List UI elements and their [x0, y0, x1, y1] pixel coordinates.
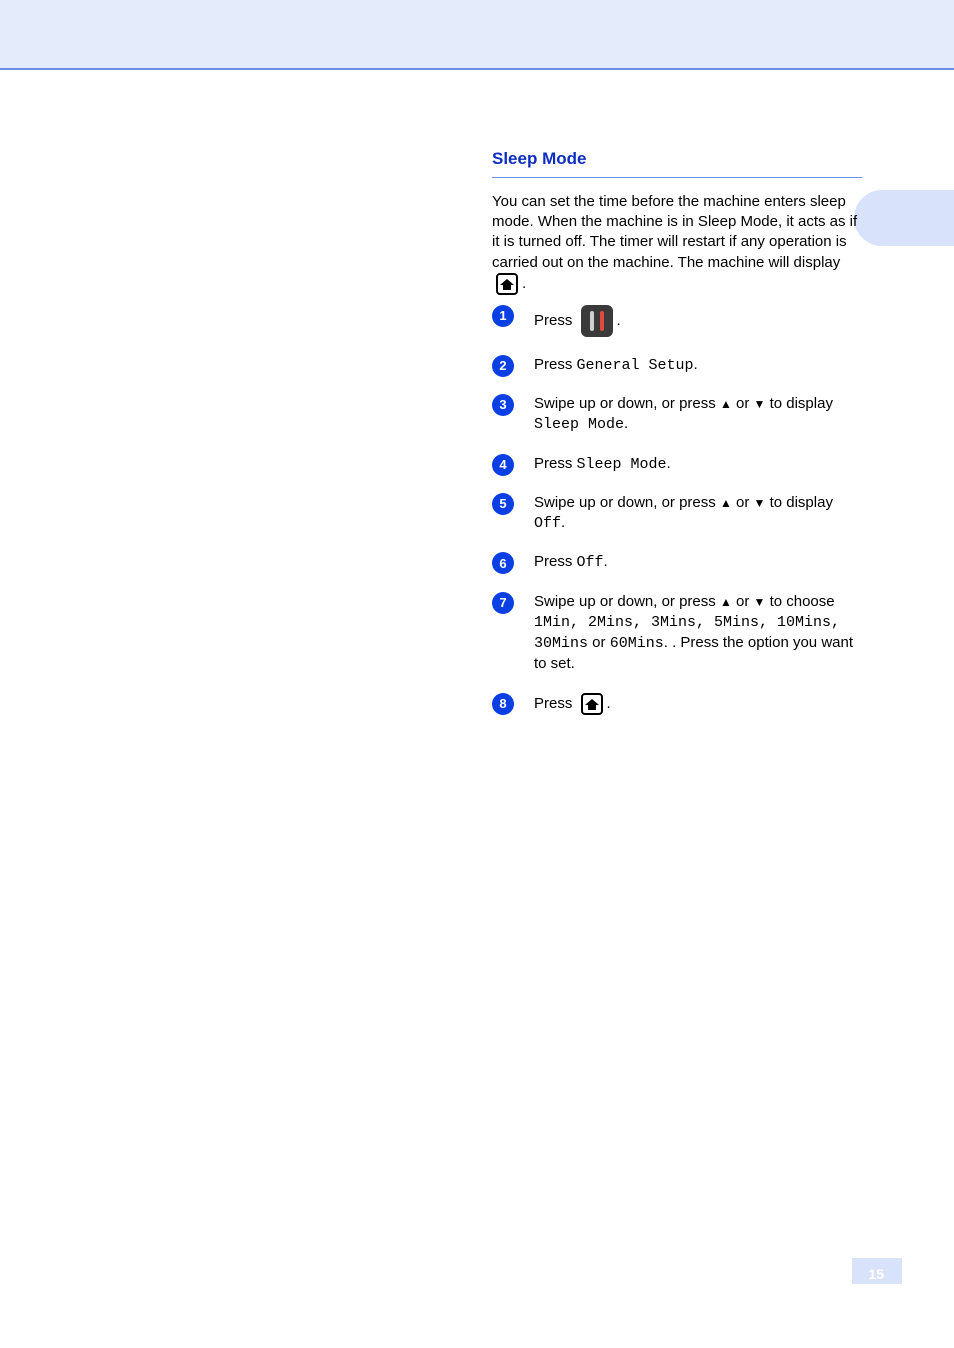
step-5: 5 Swipe up or down, or press ▲ or ▼ to d… — [492, 493, 862, 535]
step-text: Swipe up or down, or press — [534, 593, 720, 610]
step-6: 6 Press Off. — [492, 552, 862, 573]
step-text: Press — [534, 455, 577, 472]
step-number: 6 — [492, 552, 514, 574]
step-text-mid: to display — [765, 395, 833, 412]
step-text: Press — [534, 553, 577, 570]
content-column: Sleep Mode You can set the time before t… — [492, 148, 862, 733]
step-8: 8 Press . — [492, 693, 862, 715]
side-thumb-tab — [854, 190, 954, 246]
step-number: 8 — [492, 693, 514, 715]
step-text-after: . — [624, 415, 628, 432]
step-7: 7 Swipe up or down, or press ▲ or ▼ to c… — [492, 592, 862, 675]
step-text-mid: to choose — [765, 593, 834, 610]
step-number: 2 — [492, 355, 514, 377]
arrow-down-icon: ▼ — [754, 595, 766, 609]
code-text: Sleep Mode — [534, 416, 624, 433]
intro-paragraph: You can set the time before the machine … — [492, 192, 862, 295]
step-1: 1 Press . — [492, 305, 862, 337]
step-text-after: . — [667, 455, 671, 472]
step-text-mid: to display — [765, 494, 833, 511]
step-text-after: . — [617, 312, 621, 329]
steps-list: 1 Press . 2 Press General Setup. 3 Swipe… — [492, 305, 862, 715]
section-title: Sleep Mode — [492, 149, 586, 168]
step-text: Press — [534, 356, 577, 373]
step-text: Press — [534, 312, 577, 329]
intro-text-before: You can set the time before the machine … — [492, 193, 857, 271]
header-band — [0, 0, 954, 70]
step-text-or: or — [588, 634, 610, 651]
step-text: Swipe up or down, or press — [534, 395, 720, 412]
step-3: 3 Swipe up or down, or press ▲ or ▼ to d… — [492, 394, 862, 436]
step-text: Swipe up or down, or press — [534, 494, 720, 511]
step-number: 7 — [492, 592, 514, 614]
arrow-up-icon: ▲ — [720, 595, 732, 609]
home-icon — [581, 693, 603, 715]
code-text: Sleep Mode — [577, 456, 667, 473]
arrow-down-icon: ▼ — [754, 496, 766, 510]
step-number: 5 — [492, 493, 514, 515]
intro-text-after: . — [522, 275, 526, 292]
code-text: Off — [534, 515, 561, 532]
step-text-after: . — [561, 514, 565, 531]
step-2: 2 Press General Setup. — [492, 355, 862, 376]
code-text: Off — [577, 554, 604, 571]
arrow-up-icon: ▲ — [720, 496, 732, 510]
arrow-up-icon: ▲ — [720, 397, 732, 411]
step-number: 3 — [492, 394, 514, 416]
step-number: 1 — [492, 305, 514, 327]
step-text-after: . — [604, 553, 608, 570]
code-end: 60Mins — [610, 635, 664, 652]
step-number: 4 — [492, 454, 514, 476]
page-number: 15 — [868, 1266, 884, 1282]
settings-icon — [581, 305, 613, 337]
code-text: General Setup — [577, 357, 694, 374]
step-4: 4 Press Sleep Mode. — [492, 454, 862, 475]
section-header: Sleep Mode — [492, 148, 862, 178]
step-text-after: . — [607, 695, 611, 712]
step-text: Press — [534, 695, 577, 712]
home-icon — [496, 273, 518, 295]
arrow-down-icon: ▼ — [754, 397, 766, 411]
step-text-after: . — [694, 356, 698, 373]
